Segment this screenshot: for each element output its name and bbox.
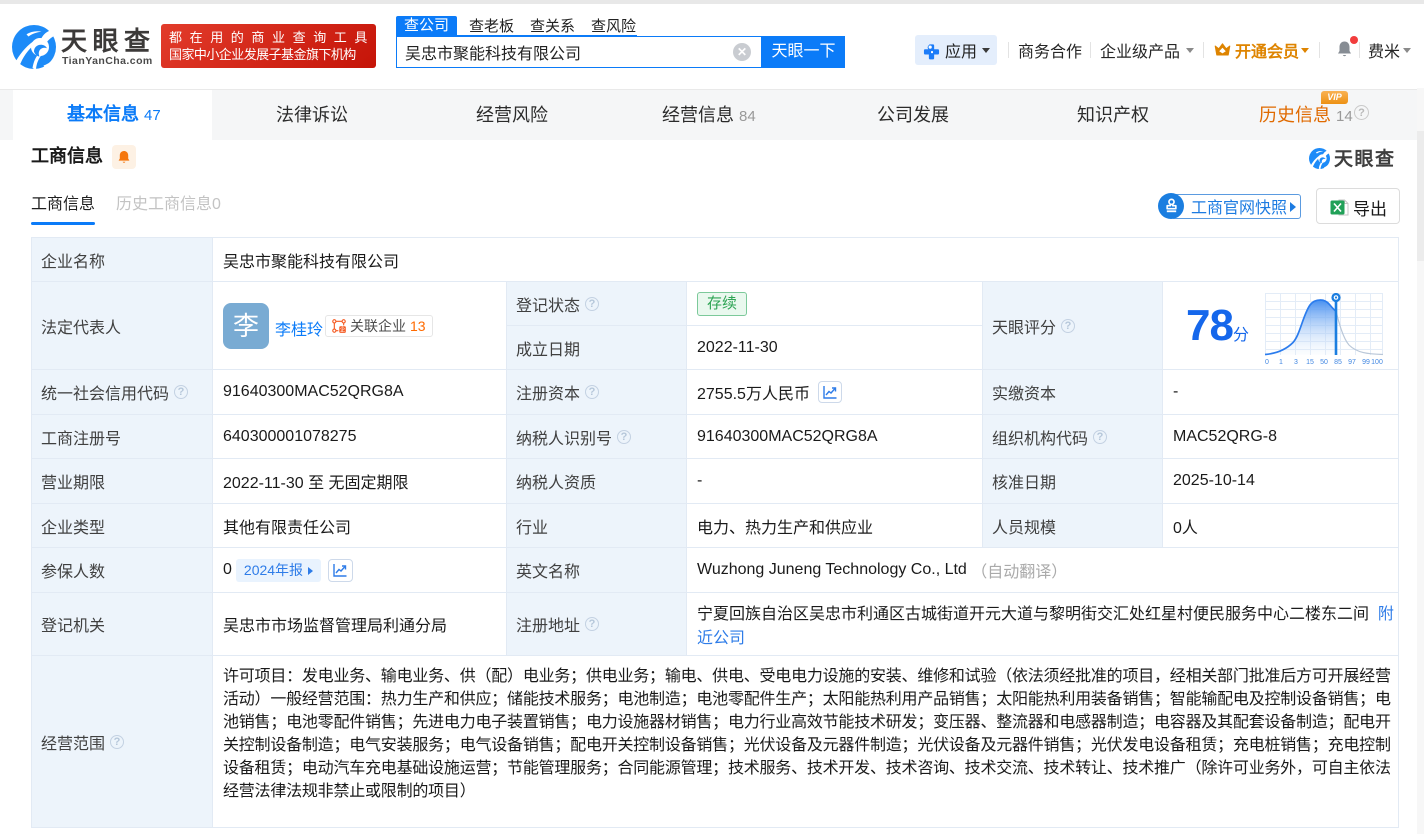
- svg-text:97: 97: [1348, 359, 1356, 366]
- svg-text:100: 100: [1371, 359, 1383, 366]
- svg-text:企: 企: [340, 325, 346, 333]
- svg-text:3: 3: [1294, 359, 1298, 366]
- svg-text:99: 99: [1362, 359, 1370, 366]
- svg-text:85: 85: [1334, 359, 1342, 366]
- svg-text:15: 15: [1306, 359, 1314, 366]
- svg-text:1: 1: [1279, 359, 1283, 366]
- svg-text:50: 50: [1320, 359, 1328, 366]
- svg-text:0: 0: [1265, 359, 1269, 366]
